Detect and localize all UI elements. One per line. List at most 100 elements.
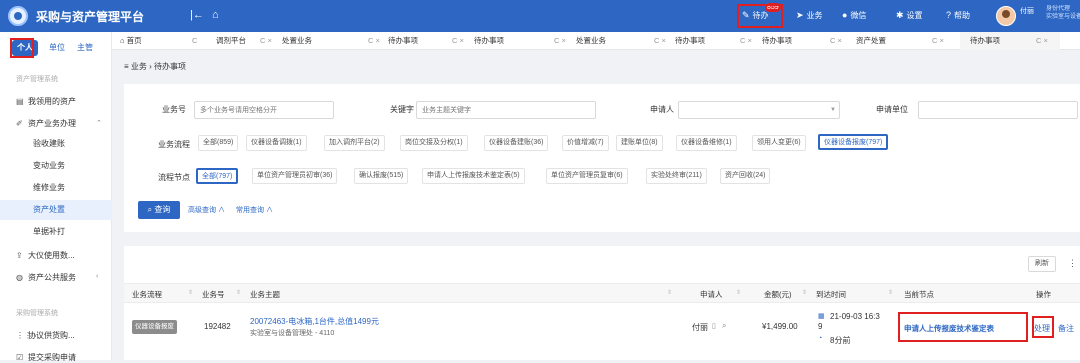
- sidebar-item-purchase-request[interactable]: ☑ 提交采购申请: [16, 352, 76, 363]
- sidebar-item-label: 提交采购申请: [28, 353, 76, 362]
- flow-chip[interactable]: 岗位交接及分权(1): [400, 135, 468, 151]
- node-chip[interactable]: 单位资产管理员复审(6): [546, 168, 628, 184]
- query-button[interactable]: ⌕ 查询: [138, 201, 180, 219]
- tab-adjust-platform[interactable]: 调剂平台: [216, 32, 246, 50]
- flow-chip[interactable]: 仪器设备建账(36): [484, 135, 549, 151]
- unit-select[interactable]: [918, 101, 1078, 119]
- sidebar-item-label: 资产公共服务: [28, 273, 76, 282]
- node-chip[interactable]: 确认报废(515): [354, 168, 409, 184]
- tab-home[interactable]: ⌂ 首页: [120, 32, 142, 50]
- sidebar-item-instrument-use[interactable]: ⇪ 大仪使用数...: [16, 250, 75, 261]
- tab-close-icon[interactable]: C ×: [740, 32, 752, 50]
- sidebar-sub-acceptance[interactable]: 验收建账: [0, 134, 112, 154]
- sidebar-sub-disposal[interactable]: 资产处置: [0, 200, 112, 220]
- sort-icon[interactable]: ⇕: [188, 289, 193, 296]
- flow-chip[interactable]: 价值增减(7): [562, 135, 609, 151]
- calendar-icon: ▦: [818, 313, 825, 320]
- phone-icon[interactable]: ▯: [712, 322, 716, 330]
- applicant-cell: 付丽: [692, 323, 708, 332]
- flow-label: 业务流程: [158, 140, 190, 149]
- tab-close-icon[interactable]: C ×: [368, 32, 380, 50]
- sort-icon[interactable]: ⇕: [802, 289, 807, 296]
- chevron-left-icon[interactable]: ‹: [96, 273, 98, 280]
- tab-todo-active[interactable]: 待办事项 C ×: [960, 32, 1060, 50]
- sort-icon[interactable]: ⇕: [736, 289, 741, 296]
- column-header[interactable]: 业务流程: [132, 289, 162, 300]
- toggle-unit[interactable]: 单位: [44, 40, 70, 56]
- tab-disposal-business[interactable]: 处置业务: [576, 32, 606, 50]
- business-no-input[interactable]: [194, 101, 334, 119]
- tab-close-icon[interactable]: C ×: [830, 32, 842, 50]
- nav-business[interactable]: ➤ 业务: [796, 10, 823, 21]
- search-icon[interactable]: ⌕: [722, 321, 726, 331]
- sidebar-item-supply-contract[interactable]: ⋮⋮协议供货购...: [16, 330, 75, 341]
- flow-chip[interactable]: 加入调剂平台(2): [324, 135, 385, 151]
- node-chip-selected[interactable]: 全部(797): [196, 168, 239, 184]
- process-action-link[interactable]: 处理: [1034, 323, 1050, 334]
- tab-label: 待办事项: [970, 36, 1000, 45]
- tab-refresh-icon[interactable]: C: [192, 32, 197, 50]
- keyword-input[interactable]: [416, 101, 596, 119]
- sidebar-sub-reprint[interactable]: 单据补打: [0, 222, 112, 242]
- tab-asset-disposal[interactable]: 资产处置: [856, 32, 886, 50]
- node-chip[interactable]: 资产回收(24): [720, 168, 771, 184]
- sort-icon[interactable]: ⇕: [236, 289, 241, 296]
- chevron-up-icon[interactable]: ⌃: [96, 119, 102, 127]
- sort-icon[interactable]: ⇕: [888, 289, 893, 296]
- tab-todo[interactable]: 待办事项: [762, 32, 792, 50]
- advanced-query-link[interactable]: 高级查询 ∧: [188, 205, 225, 215]
- avatar[interactable]: [996, 6, 1016, 26]
- sidebar-sub-change[interactable]: 变动业务: [0, 156, 112, 176]
- tab-close-icon[interactable]: C ×: [1036, 32, 1048, 50]
- sidebar-item-label: 资产业务办理: [28, 119, 76, 128]
- tab-close-icon[interactable]: C ×: [260, 32, 272, 50]
- note-action-link[interactable]: 备注: [1058, 323, 1074, 334]
- nav-help[interactable]: ? 帮助: [946, 10, 970, 21]
- column-header[interactable]: 当前节点: [904, 289, 934, 300]
- tab-todo[interactable]: 待办事项: [675, 32, 705, 50]
- node-chip[interactable]: 实验处终审(211): [646, 168, 707, 184]
- tab-todo[interactable]: 待办事项: [474, 32, 504, 50]
- tab-todo[interactable]: 待办事项: [388, 32, 418, 50]
- sidebar-item-public-service[interactable]: ◍ 资产公共服务: [16, 272, 76, 283]
- node-chip[interactable]: 单位资产管理员初审(36): [252, 168, 338, 184]
- flow-chip[interactable]: 仪器设备维修(1): [676, 135, 737, 151]
- tab-close-icon[interactable]: C ×: [452, 32, 464, 50]
- flow-chip[interactable]: 建账单位(8): [616, 135, 663, 151]
- user-name[interactable]: 付丽: [1020, 6, 1034, 16]
- node-chip[interactable]: 申请人上传报废技术鉴定表(5): [422, 168, 525, 184]
- breadcrumb: ≡ 业务 › 待办事项: [124, 62, 186, 71]
- tab-close-icon[interactable]: C ×: [554, 32, 566, 50]
- nav-wechat[interactable]: ● 微信: [842, 10, 866, 21]
- tab-disposal-business[interactable]: 处置业务: [282, 32, 312, 50]
- home-icon[interactable]: ⌂: [212, 9, 219, 21]
- column-header[interactable]: 业务主题: [250, 289, 280, 300]
- flow-chip[interactable]: 全部(859): [198, 135, 239, 151]
- refresh-button[interactable]: 刷新: [1028, 256, 1056, 272]
- column-header[interactable]: 到达时间: [816, 289, 846, 300]
- nav-settings[interactable]: ✱ 设置: [896, 10, 923, 21]
- sidebar-item-my-assets[interactable]: ▤ 我领用的资产: [16, 96, 76, 107]
- sidebar-sub-maintenance[interactable]: 维修业务: [0, 178, 112, 198]
- section-purchase-system: 采购管理系统: [16, 310, 58, 317]
- tab-close-icon[interactable]: C ×: [932, 32, 944, 50]
- node-label: 流程节点: [158, 173, 190, 182]
- column-header[interactable]: 业务号: [202, 289, 225, 300]
- column-header[interactable]: 金额(元): [764, 289, 792, 300]
- tab-close-icon[interactable]: C ×: [654, 32, 666, 50]
- flow-chip-selected[interactable]: 仪器设备报废(797): [818, 134, 889, 150]
- sort-icon[interactable]: ⇕: [667, 289, 672, 296]
- flow-chip[interactable]: 领用人变更(6): [752, 135, 806, 151]
- sidebar-item-asset-business[interactable]: ✐ 资产业务办理: [16, 118, 76, 129]
- toggle-supervisor[interactable]: 主管: [72, 40, 98, 56]
- common-query-link[interactable]: 常用查询 ∧: [236, 205, 273, 215]
- applicant-select[interactable]: [678, 101, 840, 119]
- more-options-icon[interactable]: ⋮: [1068, 258, 1077, 269]
- elapsed-cell: 8分前: [830, 336, 851, 345]
- user-role-line1: 身份代理: [1046, 6, 1071, 12]
- collapse-sidebar-icon[interactable]: |←: [190, 9, 204, 21]
- flow-chip[interactable]: 仪器设备调拨(1): [246, 135, 307, 151]
- subject-link[interactable]: 20072463-电冰箱,1台件,总值1499元: [250, 316, 379, 327]
- column-header[interactable]: 申请人: [700, 289, 723, 300]
- query-button-label: 查询: [154, 205, 171, 214]
